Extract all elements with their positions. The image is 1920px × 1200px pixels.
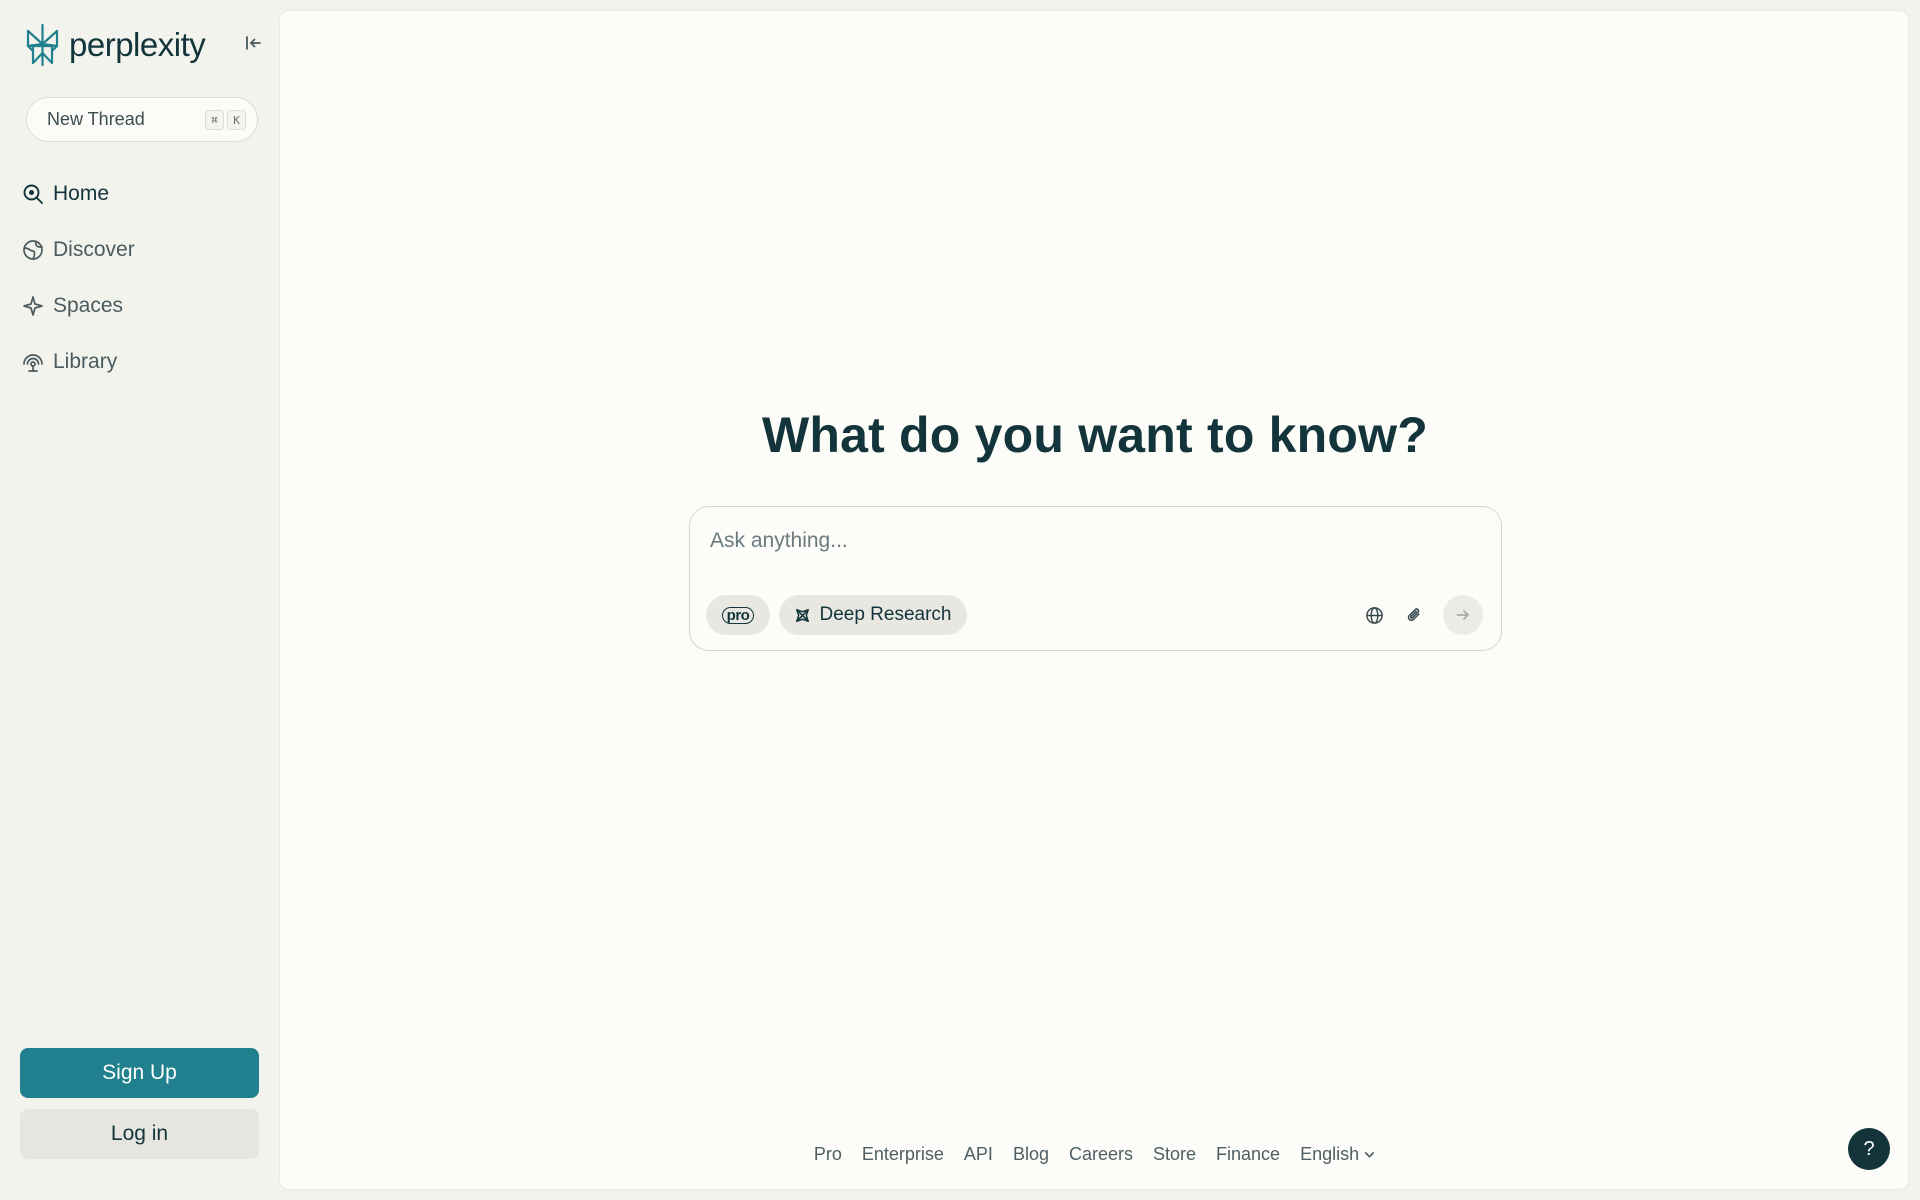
new-thread-label: New Thread (47, 109, 145, 129)
brand-logo[interactable]: perplexity (24, 22, 206, 68)
sparkle-icon (20, 293, 46, 319)
help-button[interactable]: ? (1848, 1128, 1890, 1170)
footer-links: Pro Enterprise API Blog Careers Store Fi… (280, 1144, 1910, 1165)
footer-link-finance[interactable]: Finance (1216, 1144, 1280, 1165)
collapse-icon (246, 36, 261, 50)
sidebar-item-home[interactable]: Home (20, 166, 135, 222)
globe-icon (20, 237, 46, 263)
collapse-sidebar-button[interactable] (240, 30, 266, 56)
sidebar: perplexity New Thread ⌘ K Home Discover … (0, 0, 279, 1200)
sidebar-item-discover[interactable]: Discover (20, 222, 135, 278)
sign-up-button[interactable]: Sign Up (20, 1048, 259, 1098)
sources-button[interactable] (1360, 601, 1388, 629)
pro-toggle-button[interactable]: pro (706, 595, 770, 635)
main-panel: What do you want to know? pro Deep Resea… (279, 10, 1909, 1190)
search-input[interactable] (710, 521, 1470, 561)
footer-link-enterprise[interactable]: Enterprise (862, 1144, 944, 1165)
footer-link-api[interactable]: API (964, 1144, 993, 1165)
footer-link-blog[interactable]: Blog (1013, 1144, 1049, 1165)
language-label: English (1300, 1144, 1360, 1164)
new-thread-button[interactable]: New Thread ⌘ K (26, 97, 258, 142)
log-in-button[interactable]: Log in (20, 1109, 259, 1159)
perplexity-logo-icon (26, 23, 59, 67)
sidebar-item-label: Spaces (53, 294, 124, 317)
footer-link-store[interactable]: Store (1153, 1144, 1196, 1165)
sidebar-item-spaces[interactable]: Spaces (20, 278, 135, 334)
footer-link-careers[interactable]: Careers (1069, 1144, 1133, 1165)
page-title: What do you want to know? (761, 407, 1429, 463)
pro-label: pro (721, 606, 755, 624)
keyboard-shortcut: ⌘ K (205, 110, 246, 130)
footer-link-pro[interactable]: Pro (814, 1144, 842, 1165)
attach-button[interactable] (1400, 601, 1428, 629)
sidebar-item-label: Discover (53, 238, 135, 261)
app-window: perplexity New Thread ⌘ K Home Discover … (0, 0, 1920, 1200)
sidebar-item-library[interactable]: Library (20, 334, 135, 390)
atom-icon (796, 608, 810, 622)
kbd-k: K (227, 110, 246, 130)
sidebar-nav: Home Discover Spaces Library (20, 166, 135, 390)
globe-icon (1365, 606, 1383, 624)
deep-research-label: Deep Research (819, 604, 952, 625)
search-icon (20, 181, 46, 207)
language-selector[interactable]: English (1300, 1144, 1376, 1165)
kbd-cmd: ⌘ (205, 110, 224, 130)
chevron-down-icon (1365, 1152, 1375, 1158)
submit-button[interactable] (1443, 595, 1483, 635)
paperclip-icon (1407, 607, 1420, 621)
deep-research-button[interactable]: Deep Research (779, 595, 967, 635)
arrow-right-icon (1456, 610, 1469, 620)
library-icon (20, 349, 46, 375)
sidebar-item-label: Home (53, 182, 110, 205)
sidebar-item-label: Library (53, 350, 118, 373)
brand-name: perplexity (69, 26, 206, 63)
search-box: pro Deep Research (689, 506, 1502, 651)
